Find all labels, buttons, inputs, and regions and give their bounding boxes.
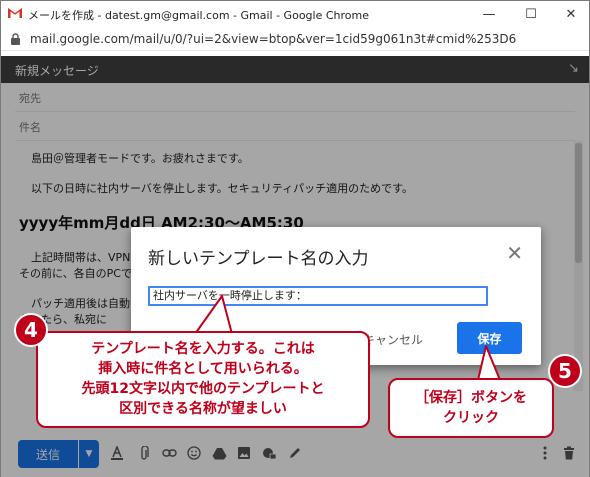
callout-line: 区別できる名称が望ましい xyxy=(119,401,287,417)
callout-line: ［保存］ボタンを xyxy=(415,390,527,406)
step-4-badge: 4 xyxy=(14,313,48,347)
callout-line: 挿入時に件名として用いられる。 xyxy=(98,361,308,377)
callout-line: テンプレート名を入力する。これは xyxy=(91,341,315,357)
callout-line: 先頭12文字以内で他のテンプレートと xyxy=(81,381,325,397)
callout-line: クリック xyxy=(443,410,499,426)
callout-template-name: テンプレート名を入力する。これは 挿入時に件名として用いられる。 先頭12文字以… xyxy=(36,331,370,428)
step-5-badge: 5 xyxy=(548,354,582,388)
callout-save-button: ［保存］ボタンを クリック xyxy=(388,378,554,438)
